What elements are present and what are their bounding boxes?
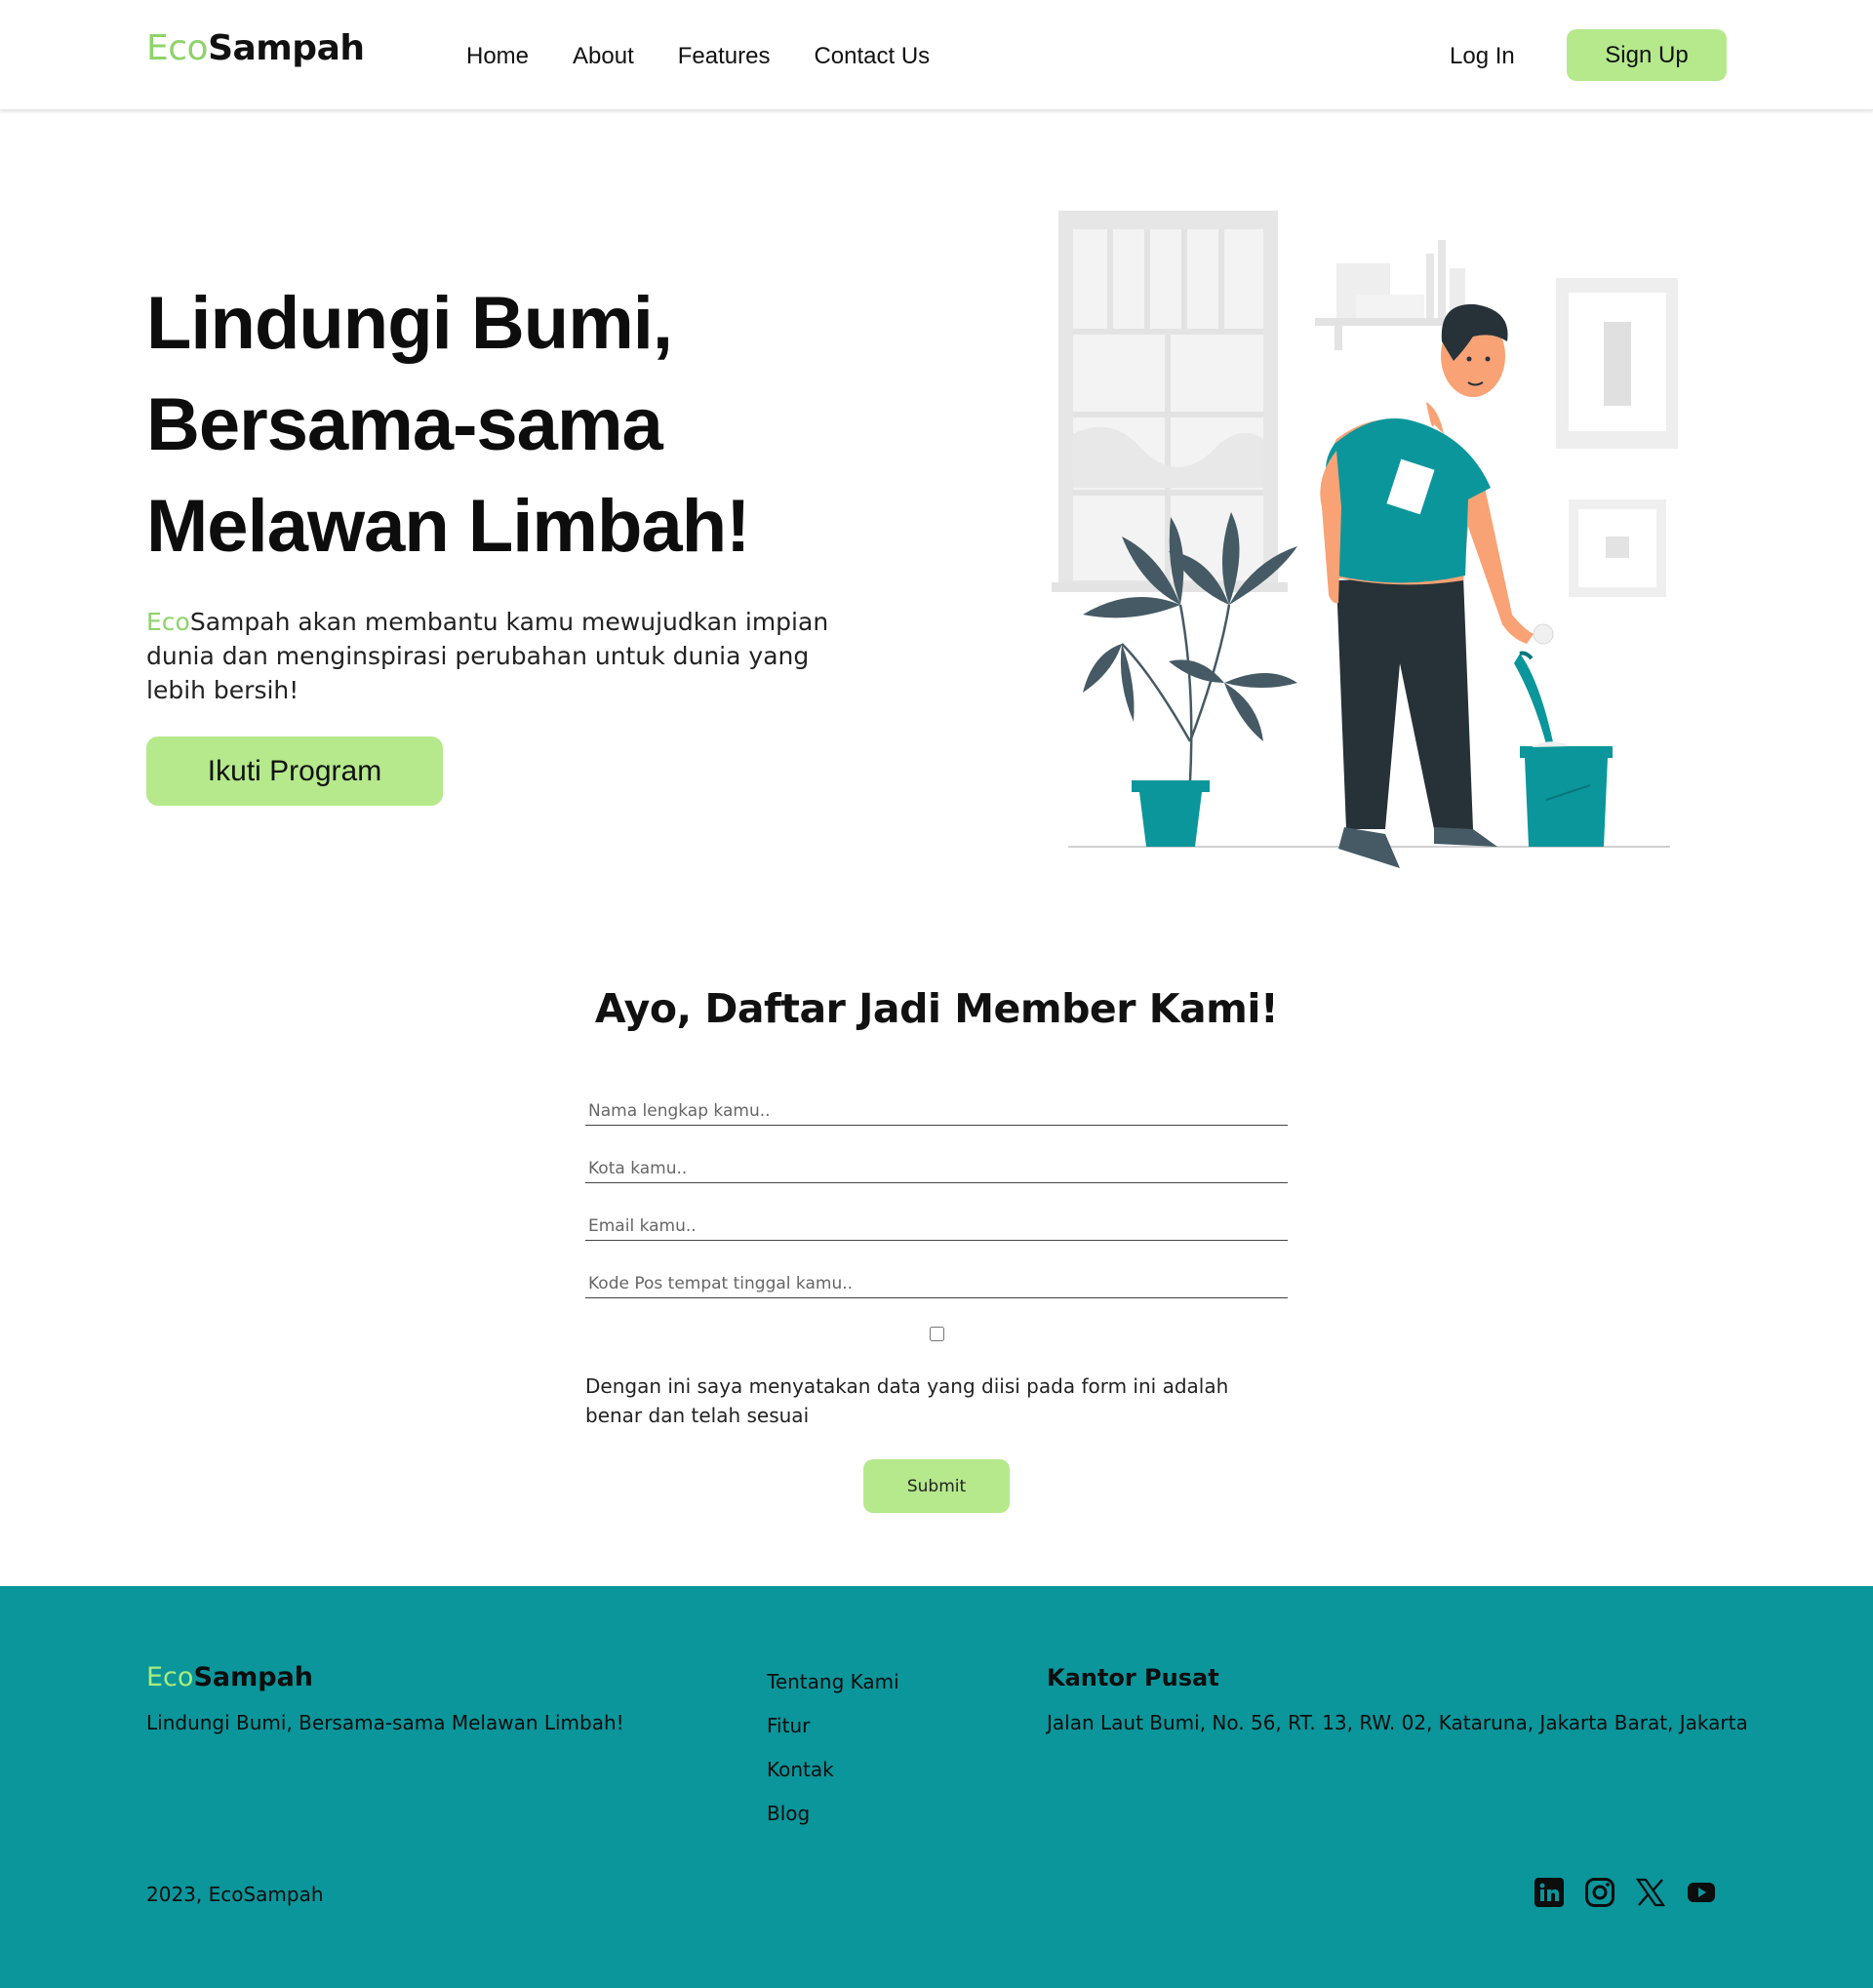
hero-desc-text: Sampah akan membantu kamu mewujudkan imp… [146, 608, 829, 704]
nav-links: Home About Features Contact Us [466, 43, 930, 70]
trash-can-illustration [1514, 623, 1613, 847]
postal-code-input[interactable] [585, 1269, 1288, 1298]
footer-logo-eco: Eco [146, 1662, 194, 1692]
signup-button[interactable]: Sign Up [1567, 29, 1727, 81]
hero-description: EcoSampah akan membantu kamu mewujudkan … [146, 605, 829, 707]
hero-illustration [1052, 211, 1678, 868]
social-links [1534, 1877, 1717, 1908]
x-icon[interactable] [1635, 1877, 1666, 1908]
instagram-icon[interactable] [1584, 1877, 1615, 1908]
footer-links: Tentang Kami Fitur Kontak Blog [767, 1660, 899, 1836]
logo[interactable]: EcoSampah [146, 31, 365, 66]
hero-title-line-1: Lindungi Bumi, [146, 282, 673, 365]
logo-sampah: Sampah [208, 28, 365, 68]
form-title: Ayo, Daftar Jadi Member Kami! [594, 985, 1279, 1032]
agree-checkbox[interactable] [930, 1327, 944, 1341]
nav-home-link[interactable]: Home [466, 43, 529, 70]
office-address: Jalan Laut Bumi, No. 56, RT. 13, RW. 02,… [1047, 1711, 1748, 1734]
nav-features-link[interactable]: Features [678, 43, 771, 70]
office-title: Kantor Pusat [1047, 1664, 1219, 1691]
footer-logo[interactable]: EcoSampah [146, 1664, 313, 1690]
email-input[interactable] [585, 1212, 1288, 1241]
city-input[interactable] [585, 1154, 1288, 1183]
navbar: EcoSampah Home About Features Contact Us… [0, 0, 1873, 110]
logo-eco: Eco [146, 28, 209, 68]
footer-link-features[interactable]: Fitur [767, 1704, 899, 1748]
hero-desc-eco: Eco [146, 608, 190, 636]
hero-title: Lindungi Bumi, Bersama-sama Melawan Limb… [146, 273, 888, 577]
join-program-button[interactable]: Ikuti Program [146, 736, 443, 806]
footer-link-contact[interactable]: Kontak [767, 1748, 899, 1792]
footer: EcoSampah Lindungi Bumi, Bersama-sama Me… [0, 1586, 1873, 1988]
hero-title-line-2: Bersama-sama [146, 383, 663, 466]
footer-link-about[interactable]: Tentang Kami [767, 1660, 899, 1704]
wall-frames-illustration [1556, 278, 1678, 597]
submit-button[interactable]: Submit [863, 1459, 1010, 1513]
person-illustration [1320, 303, 1534, 868]
footer-logo-sampah: Sampah [193, 1662, 314, 1692]
nav-contact-link[interactable]: Contact Us [814, 43, 930, 70]
agree-text: Dengan ini saya menyatakan data yang dii… [585, 1374, 1229, 1427]
youtube-icon[interactable] [1686, 1877, 1717, 1908]
login-link[interactable]: Log In [1450, 43, 1515, 70]
hero-title-line-3: Melawan Limbah! [146, 485, 750, 568]
copyright: 2023, EcoSampah [146, 1883, 324, 1906]
nav-about-link[interactable]: About [573, 43, 634, 70]
linkedin-icon[interactable] [1534, 1877, 1565, 1908]
footer-tagline: Lindungi Bumi, Bersama-sama Melawan Limb… [146, 1711, 624, 1734]
full-name-input[interactable] [585, 1096, 1288, 1126]
footer-link-blog[interactable]: Blog [767, 1792, 899, 1836]
